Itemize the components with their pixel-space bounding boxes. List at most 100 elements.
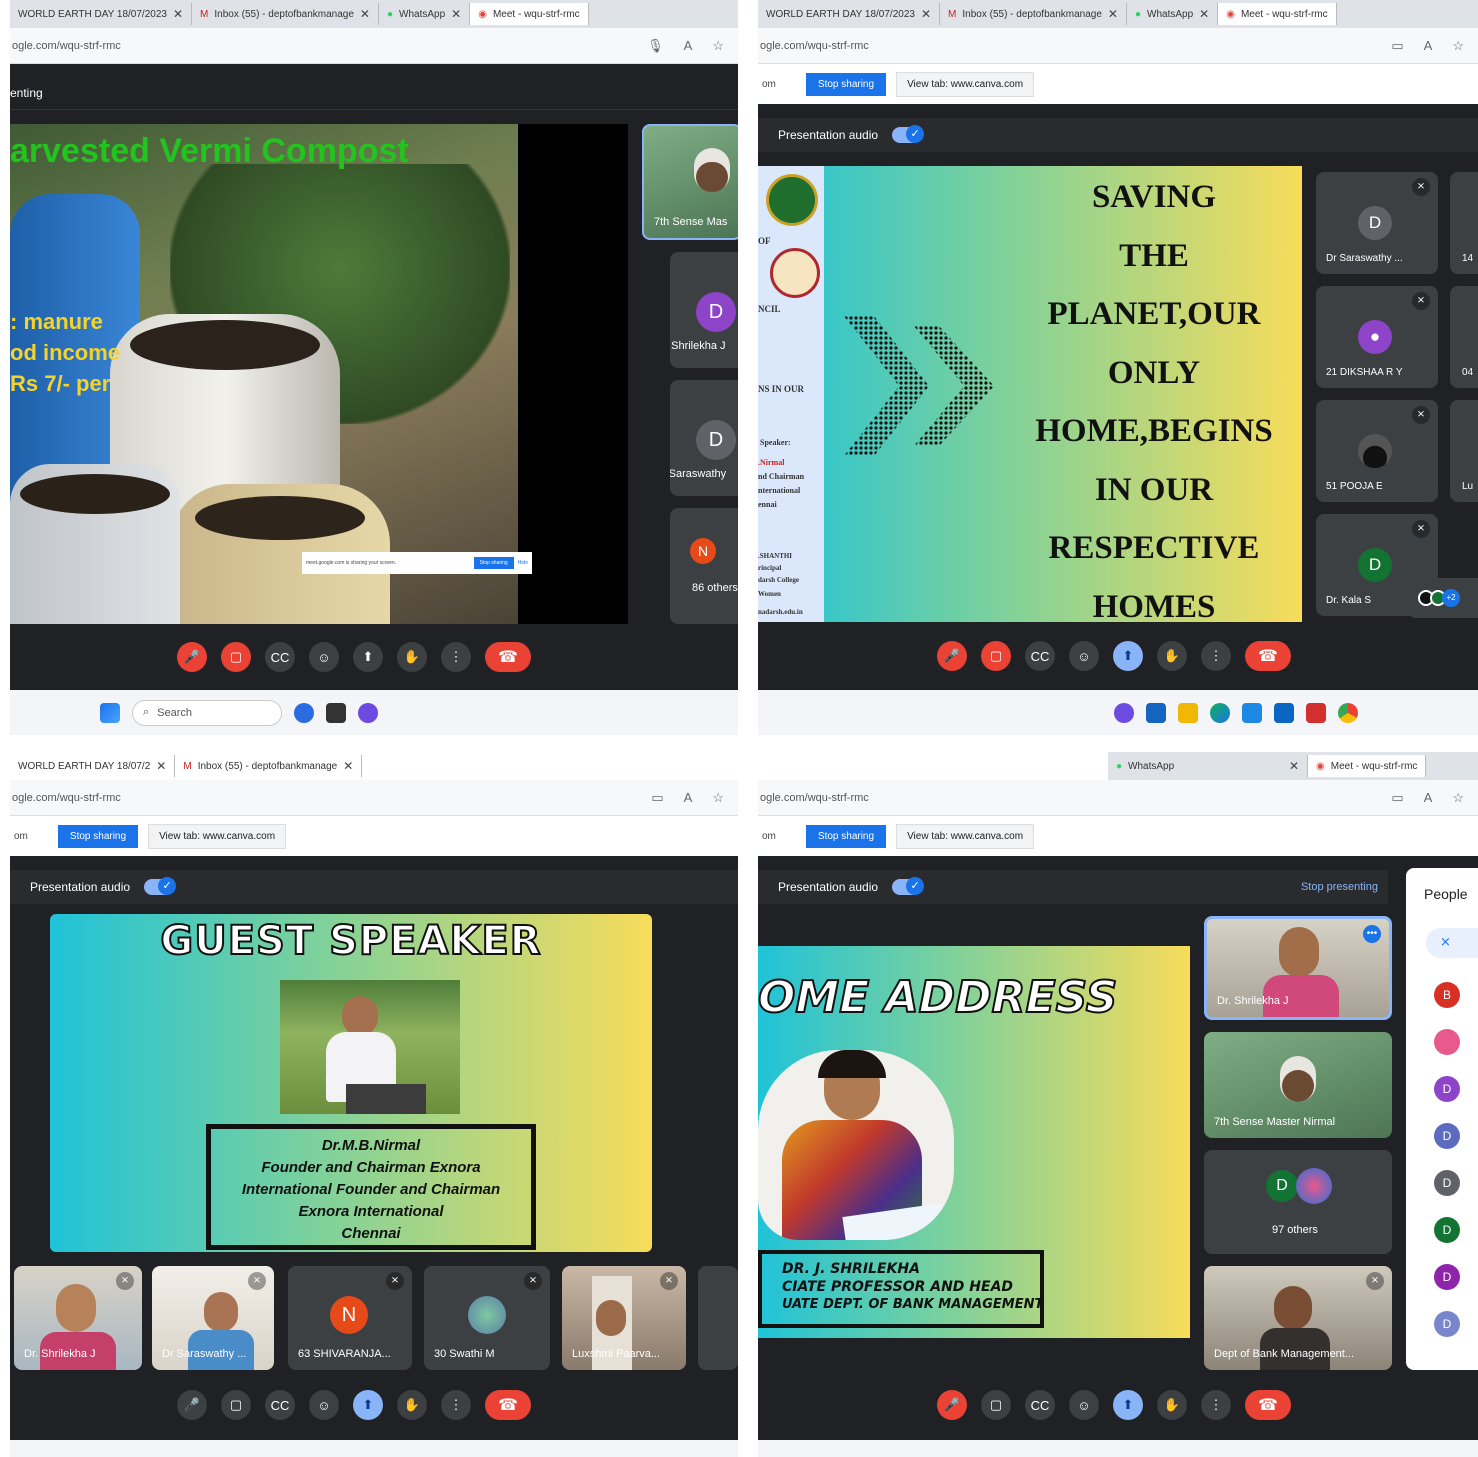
others-tile[interactable]: D 97 others [1204,1150,1392,1254]
emoji-icon[interactable]: ☺ [309,642,339,672]
close-icon[interactable]: ✕ [343,759,353,773]
address-bar[interactable]: ogle.com/wqu-strf-rmc ▭ A ☆ [10,780,738,816]
people-list-avatar[interactable]: B [1434,982,1460,1008]
stop-sharing-button[interactable]: Stop sharing [805,72,887,96]
raise-hand-icon[interactable]: ✋ [1157,1390,1187,1420]
captions-icon[interactable]: CC [1025,641,1055,671]
raise-hand-icon[interactable]: ✋ [397,1390,427,1420]
emoji-icon[interactable]: ☺ [309,1390,339,1420]
presentation-audio-toggle[interactable] [892,877,925,895]
participant-tile[interactable]: ⨯ Dr Saraswathy ... [152,1266,274,1370]
camera-icon[interactable]: ▭ [651,790,663,806]
close-icon[interactable]: ✕ [173,7,183,21]
more-options-icon[interactable]: ⋮ [1201,1390,1231,1420]
read-aloud-icon[interactable]: A [1424,790,1433,806]
present-icon[interactable]: ⬆ [1113,641,1143,671]
camera-icon[interactable]: ▢ [221,1390,251,1420]
participant-tile[interactable]: ⨯ D Dr Saraswathy ... [1316,172,1438,274]
whiteboard-icon[interactable] [1146,702,1166,723]
camera-off-icon[interactable]: ▢ [221,642,251,672]
mic-off-icon[interactable]: 🎤 [177,642,207,672]
browser-tab[interactable]: WORLD EARTH DAY 18/07/2023 ✕ [10,3,193,25]
read-aloud-icon[interactable]: A [684,38,693,54]
raise-hand-icon[interactable]: ✋ [1157,641,1187,671]
file-explorer-icon[interactable] [1178,702,1198,723]
store-icon[interactable] [1274,702,1294,723]
stop-sharing-button[interactable]: Stop sharing [805,824,887,848]
captions-icon[interactable]: CC [1025,1390,1055,1420]
people-list-avatar[interactable]: D [1434,1076,1460,1102]
browser-tab-active[interactable]: ◉ Meet - wqu-strf-rmc [1218,3,1337,25]
mic-off-icon[interactable]: 🎤 [937,641,967,671]
bing-icon[interactable] [294,702,314,723]
participant-tile[interactable]: ⨯ ● 21 DIKSHAA R Y [1316,286,1438,388]
end-call-icon[interactable]: ☎ [1245,641,1291,671]
end-call-icon[interactable]: ☎ [485,1390,531,1420]
address-bar[interactable]: ogle.com/wqu-strf-rmc ▭ A ☆ [758,780,1478,816]
participant-tile[interactable]: 04 [1450,286,1478,388]
captions-icon[interactable]: CC [265,1390,295,1420]
view-tab-button[interactable]: View tab: www.canva.com [896,823,1035,849]
present-icon[interactable]: ⬆ [353,1390,383,1420]
raise-hand-icon[interactable]: ✋ [397,642,427,672]
browser-tab[interactable]: ● WhatsApp ✕ [1108,755,1308,777]
participant-tile[interactable]: Lu [1450,400,1478,502]
people-list-avatar[interactable]: D [1434,1264,1460,1290]
participant-tile[interactable]: ⨯ N 63 SHIVARANJA... [288,1266,412,1370]
close-icon[interactable]: ✕ [1199,7,1209,21]
stop-sharing-button[interactable]: Stop sharing [57,824,139,848]
more-options-icon[interactable]: ⋮ [441,642,471,672]
browser-tab[interactable]: WORLD EARTH DAY 18/07/2023 ✕ [758,3,941,25]
browser-tab[interactable]: M Inbox (55) - deptofbankmanage ✕ [940,3,1127,25]
view-tab-button[interactable]: View tab: www.canva.com [148,823,287,849]
chrome-icon[interactable] [1338,702,1358,723]
address-bar[interactable]: ogle.com/wqu-strf-rmc 🎙 A ☆ [10,28,738,64]
antivirus-icon[interactable] [1306,702,1326,723]
people-list-avatar[interactable]: D [1434,1123,1460,1149]
end-call-icon[interactable]: ☎ [1245,1390,1291,1420]
favorite-star-icon[interactable]: ☆ [1452,38,1464,54]
participant-tile[interactable]: ⨯ Dept of Bank Management... [1204,1266,1392,1370]
mic-off-icon[interactable]: 🎤 [937,1390,967,1420]
browser-tab-active[interactable]: ◉ Meet - wqu-strf-rmc [1308,755,1427,777]
mic-icon[interactable]: 🎤 [177,1390,207,1420]
edge-icon[interactable] [1210,702,1230,723]
participant-tile[interactable]: 7th Sense Master Nirmal [1204,1032,1392,1138]
close-icon[interactable]: ✕ [1289,759,1299,773]
people-list-avatar[interactable]: D [1434,1170,1460,1196]
close-icon[interactable]: ✕ [921,7,931,21]
address-bar[interactable]: ogle.com/wqu-strf-rmc ▭ A ☆ [758,28,1478,64]
participant-tile[interactable]: D Dr. Shrilekha J [670,252,738,368]
more-options-icon[interactable]: ⋮ [1201,641,1231,671]
browser-tab[interactable]: M Inbox (55) - deptofbankmanage ✕ [175,755,363,777]
favorite-star-icon[interactable]: ☆ [712,38,724,54]
participant-tile[interactable]: 7th Sense Mas [642,124,738,240]
mic-icon[interactable]: 🎙 [647,38,664,54]
close-icon[interactable]: ✕ [451,7,461,21]
people-list-avatar[interactable]: D [1434,1311,1460,1337]
participant-tile[interactable]: D Dr Saraswathy [670,380,738,496]
participant-tile[interactable]: ⨯ 30 Swathi M [424,1266,550,1370]
camera-icon[interactable]: ▢ [981,1390,1011,1420]
end-call-icon[interactable]: ☎ [485,642,531,672]
favorite-star-icon[interactable]: ☆ [712,790,724,806]
participant-tile-partial[interactable] [698,1266,738,1370]
read-aloud-icon[interactable]: A [1424,38,1433,54]
participant-tile[interactable]: ⨯ Dr. Shrilekha J [14,1266,142,1370]
popup-hide-button[interactable]: Hide [518,560,528,566]
participant-tile[interactable]: 14 [1450,172,1478,274]
chat-icon[interactable] [358,702,378,723]
people-list-avatar[interactable]: D [1434,1217,1460,1243]
people-list-avatar[interactable] [1434,1029,1460,1055]
view-tab-button[interactable]: View tab: www.canva.com [896,71,1035,97]
present-icon[interactable]: ⬆ [353,642,383,672]
chat-icon[interactable] [1114,702,1134,723]
browser-tab[interactable]: ● WhatsApp ✕ [379,3,471,25]
participant-tile[interactable]: ⨯ Luxshmi Paarva... [562,1266,686,1370]
read-aloud-icon[interactable]: A [684,790,693,806]
captions-icon[interactable]: CC [265,642,295,672]
participant-tile[interactable]: ••• Dr. Shrilekha J [1204,916,1392,1020]
more-options-icon[interactable]: ⋮ [441,1390,471,1420]
stop-presenting-button[interactable]: Stop presenting [1301,881,1378,893]
close-icon[interactable]: ✕ [156,759,166,773]
